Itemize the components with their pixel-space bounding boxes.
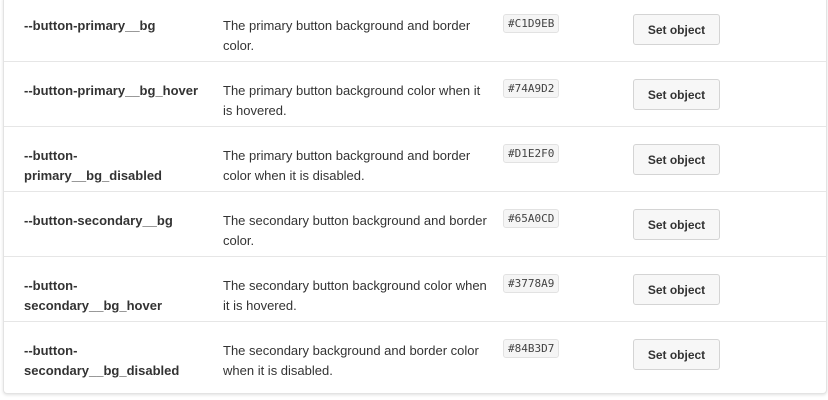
variable-value: #D1E2F0 [503, 144, 560, 163]
variable-name: --button-primary__bg [24, 18, 156, 33]
table-row: --button-secondary__bg_disabled The seco… [4, 322, 826, 387]
set-object-button[interactable]: Set object [633, 339, 720, 370]
variable-description: The secondary button background and bord… [223, 213, 487, 248]
set-object-button[interactable]: Set object [633, 209, 720, 240]
set-object-button[interactable]: Set object [633, 144, 720, 175]
table-row: --button-primary__bg_hover The primary b… [4, 62, 826, 127]
css-variables-table: --button-primary__bg The primary button … [3, 0, 827, 394]
variable-name: --button-secondary__bg_hover [24, 278, 163, 313]
set-object-button[interactable]: Set object [633, 79, 720, 110]
variable-value: #65A0CD [503, 209, 560, 228]
variable-value: #3778A9 [503, 274, 560, 293]
variable-name: --button-primary__bg_disabled [24, 148, 162, 183]
table-row: --button-secondary__bg_hover The seconda… [4, 257, 826, 322]
set-object-button[interactable]: Set object [633, 14, 720, 45]
variable-value: #C1D9EB [503, 14, 560, 33]
variable-description: The primary button background color when… [223, 83, 481, 118]
table-row: --button-primary__bg The primary button … [4, 0, 826, 62]
variable-description: The secondary button background color wh… [223, 278, 487, 313]
variable-value: #84B3D7 [503, 339, 560, 358]
variable-name: --button-primary__bg_hover [24, 83, 199, 98]
table-row: --button-secondary__bg The secondary but… [4, 192, 826, 257]
set-object-button[interactable]: Set object [633, 274, 720, 305]
variable-description: The primary button background and border… [223, 18, 471, 53]
variable-name: --button-secondary__bg_disabled [24, 343, 180, 378]
variable-name: --button-secondary__bg [24, 213, 173, 228]
variable-description: The primary button background and border… [223, 148, 471, 183]
variable-value: #74A9D2 [503, 79, 560, 98]
variable-description: The secondary background and border colo… [223, 343, 479, 378]
table-row: --button-primary__bg_disabled The primar… [4, 127, 826, 192]
